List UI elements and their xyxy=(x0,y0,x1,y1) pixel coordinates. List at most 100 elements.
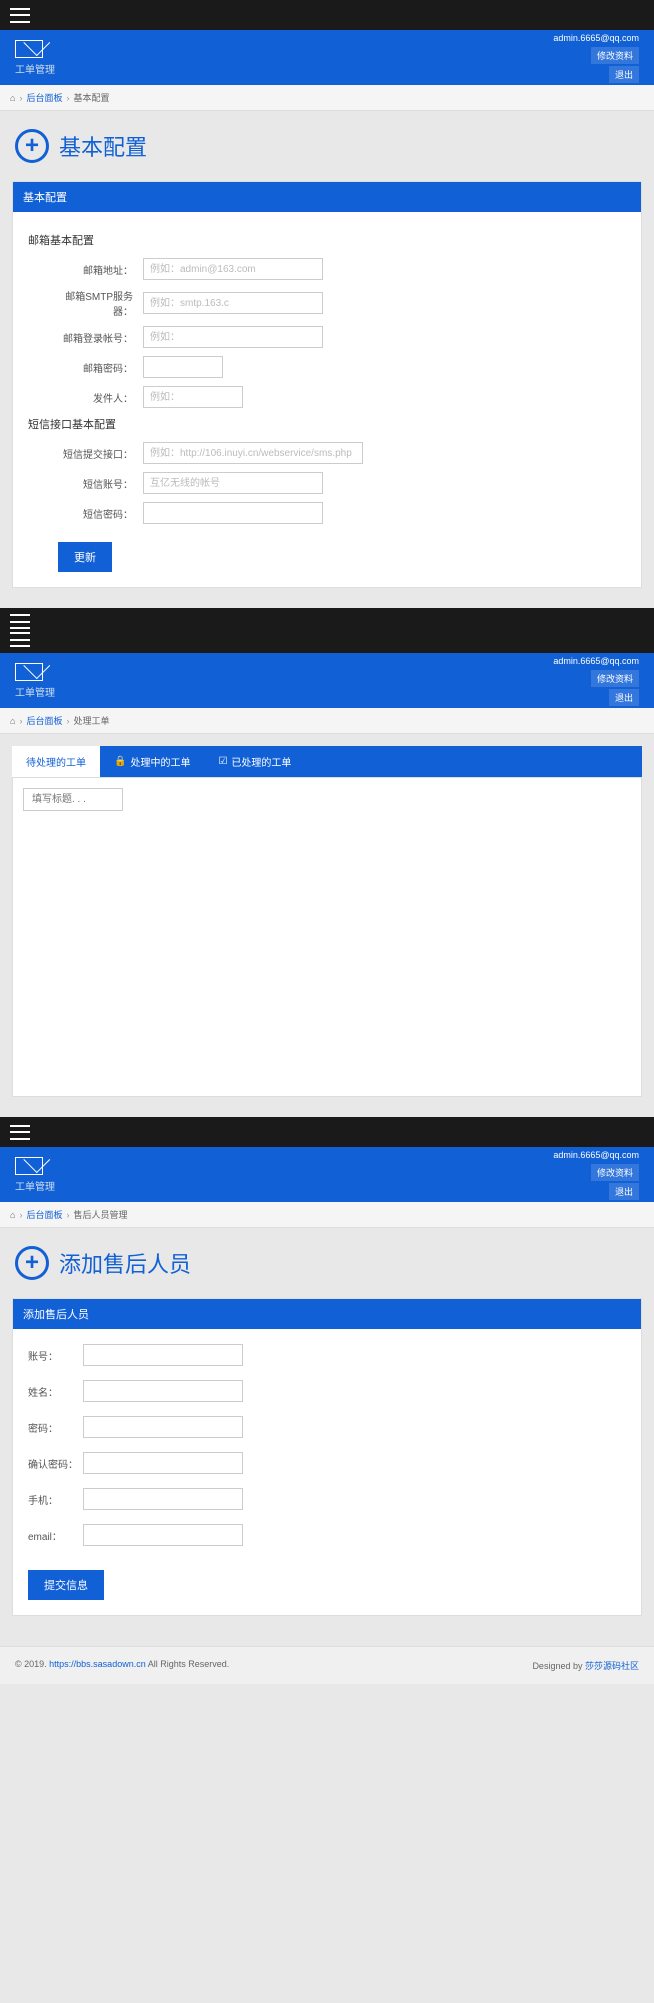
designed-prefix: Designed by xyxy=(532,1661,585,1671)
confirm-input[interactable] xyxy=(83,1452,243,1474)
submit-button[interactable]: 提交信息 xyxy=(28,1570,104,1600)
mail-icon xyxy=(15,1157,43,1175)
breadcrumb-home[interactable]: 后台面板 xyxy=(26,91,62,104)
panel-header: 基本配置 xyxy=(13,182,641,212)
phone-label: 手机： xyxy=(28,1492,83,1507)
name-label: 姓名： xyxy=(28,1384,83,1399)
edit-profile-link[interactable]: 修改资料 xyxy=(591,47,639,64)
chevron-right-icon: › xyxy=(66,716,69,726)
user-email: admin.6665@qq.com xyxy=(553,656,639,666)
page-title: 添加售后人员 xyxy=(59,1247,191,1279)
header-bar: 工单管理 admin.6665@qq.com 修改资料 退出 xyxy=(0,653,654,708)
breadcrumb-current: 基本配置 xyxy=(73,91,109,104)
panel-header: 添加售后人员 xyxy=(13,1299,641,1329)
header-bar: 工单管理 admin.6665@qq.com 修改资料 退出 xyxy=(0,1147,654,1202)
breadcrumb-home[interactable]: 后台面板 xyxy=(26,714,62,727)
password-input[interactable] xyxy=(83,1416,243,1438)
top-bar xyxy=(0,0,654,30)
chevron-right-icon: › xyxy=(66,93,69,103)
name-input[interactable] xyxy=(83,1380,243,1402)
smtp-input[interactable] xyxy=(143,292,323,314)
tab-pending[interactable]: 待处理的工单 xyxy=(12,746,100,777)
menu-toggle-icon[interactable] xyxy=(10,1125,30,1140)
chevron-right-icon: › xyxy=(66,1210,69,1220)
email-pwd-label: 邮箱密码： xyxy=(58,360,143,375)
breadcrumb: ⌂ › 后台面板 › 基本配置 xyxy=(0,85,654,111)
edit-profile-link[interactable]: 修改资料 xyxy=(591,670,639,687)
home-icon[interactable]: ⌂ xyxy=(10,716,15,726)
update-button[interactable]: 更新 xyxy=(58,542,112,572)
user-email: admin.6665@qq.com xyxy=(553,33,639,43)
account-input[interactable] xyxy=(83,1344,243,1366)
app-title: 工单管理 xyxy=(15,684,55,699)
email-label: email： xyxy=(28,1528,83,1543)
home-icon[interactable]: ⌂ xyxy=(10,93,15,103)
sms-acct-input[interactable] xyxy=(143,472,323,494)
account-label: 账号： xyxy=(28,1348,83,1363)
footer: © 2019. https://bbs.sasadown.cn All Righ… xyxy=(0,1646,654,1684)
sms-pwd-label: 短信密码： xyxy=(58,506,143,521)
sms-pwd-input[interactable] xyxy=(143,502,323,524)
breadcrumb-current: 处理工单 xyxy=(73,714,109,727)
app-title: 工单管理 xyxy=(15,61,55,76)
login-label: 邮箱登录帐号： xyxy=(58,330,143,345)
email-group-title: 邮箱基本配置 xyxy=(28,232,626,248)
title-filter-input[interactable] xyxy=(23,788,123,811)
sms-url-label: 短信提交接口： xyxy=(58,446,143,461)
sms-url-input[interactable] xyxy=(143,442,363,464)
menu-toggle-icon[interactable] xyxy=(10,614,30,629)
breadcrumb-home[interactable]: 后台面板 xyxy=(26,1208,62,1221)
ticket-tabs: 待处理的工单 🔒处理中的工单 ☑已处理的工单 xyxy=(12,746,642,777)
tab-processing[interactable]: 🔒处理中的工单 xyxy=(100,746,204,777)
copyright-prefix: © 2019. xyxy=(15,1659,49,1669)
user-panel: admin.6665@qq.com 修改资料 退出 xyxy=(553,656,639,706)
mail-icon xyxy=(15,663,43,681)
email-addr-input[interactable] xyxy=(143,258,323,280)
add-icon[interactable]: + xyxy=(15,129,49,163)
top-bar xyxy=(0,608,654,653)
menu-toggle-icon[interactable] xyxy=(10,8,30,23)
breadcrumb: ⌂ › 后台面板 › 处理工单 xyxy=(0,708,654,734)
user-panel: admin.6665@qq.com 修改资料 退出 xyxy=(553,1150,639,1200)
tab-done[interactable]: ☑已处理的工单 xyxy=(204,746,305,777)
breadcrumb: ⌂ › 后台面板 › 售后人员管理 xyxy=(0,1202,654,1228)
config-panel: 基本配置 邮箱基本配置 邮箱地址： 邮箱SMTP服务器： 邮箱登录帐号： 邮箱密… xyxy=(12,181,642,588)
add-staff-panel: 添加售后人员 账号： 姓名： 密码： 确认密码： 手机： email： 提交信息 xyxy=(12,1298,642,1616)
top-bar xyxy=(0,1117,654,1147)
password-label: 密码： xyxy=(28,1420,83,1435)
copyright-suffix: All Rights Reserved. xyxy=(146,1659,230,1669)
breadcrumb-current: 售后人员管理 xyxy=(73,1208,127,1221)
sender-input[interactable] xyxy=(143,386,243,408)
home-icon[interactable]: ⌂ xyxy=(10,1210,15,1220)
app-title: 工单管理 xyxy=(15,1178,55,1193)
user-email: admin.6665@qq.com xyxy=(553,1150,639,1160)
page-title: 基本配置 xyxy=(59,130,147,162)
sms-acct-label: 短信账号： xyxy=(58,476,143,491)
email-addr-label: 邮箱地址： xyxy=(58,262,143,277)
lock-icon: 🔒 xyxy=(114,756,126,767)
logout-link[interactable]: 退出 xyxy=(609,1183,639,1200)
designed-by-link[interactable]: 莎莎源码社区 xyxy=(585,1661,639,1671)
copyright-link[interactable]: https://bbs.sasadown.cn xyxy=(49,1659,146,1669)
confirm-label: 确认密码： xyxy=(28,1456,83,1471)
ticket-list-panel xyxy=(12,777,642,1097)
email-input[interactable] xyxy=(83,1524,243,1546)
header-bar: 工单管理 admin.6665@qq.com 修改资料 退出 xyxy=(0,30,654,85)
edit-profile-link[interactable]: 修改资料 xyxy=(591,1164,639,1181)
logout-link[interactable]: 退出 xyxy=(609,689,639,706)
sms-group-title: 短信接口基本配置 xyxy=(28,416,626,432)
check-icon: ☑ xyxy=(218,756,227,767)
phone-input[interactable] xyxy=(83,1488,243,1510)
chevron-right-icon: › xyxy=(19,716,22,726)
sender-label: 发件人： xyxy=(58,390,143,405)
login-input[interactable] xyxy=(143,326,323,348)
chevron-right-icon: › xyxy=(19,93,22,103)
user-panel: admin.6665@qq.com 修改资料 退出 xyxy=(553,33,639,83)
logout-link[interactable]: 退出 xyxy=(609,66,639,83)
email-pwd-input[interactable] xyxy=(143,356,223,378)
menu-toggle-icon[interactable] xyxy=(10,632,30,647)
add-icon[interactable]: + xyxy=(15,1246,49,1280)
chevron-right-icon: › xyxy=(19,1210,22,1220)
smtp-label: 邮箱SMTP服务器： xyxy=(58,288,143,318)
mail-icon xyxy=(15,40,43,58)
